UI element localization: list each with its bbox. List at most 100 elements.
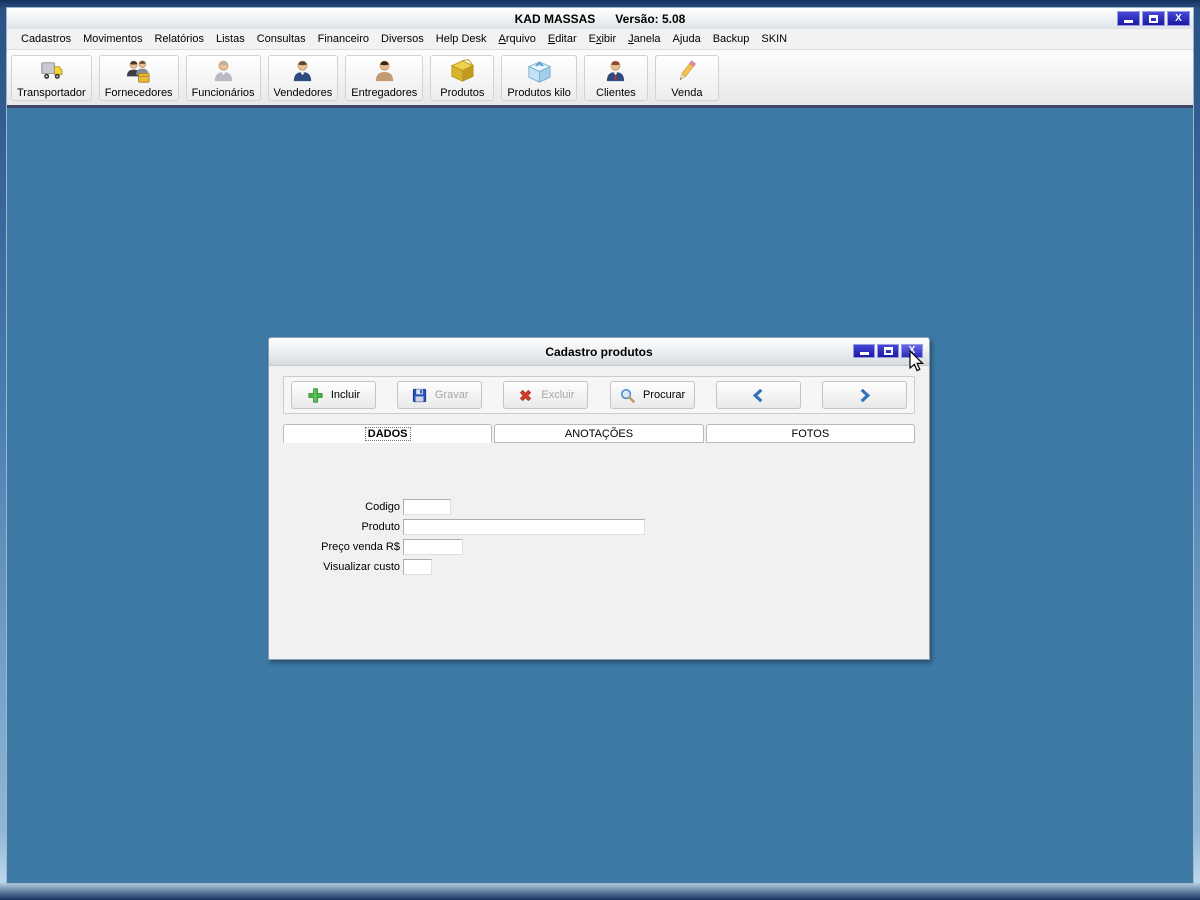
chevron-left-icon (751, 388, 766, 403)
menu-movimentos[interactable]: Movimentos (77, 30, 148, 48)
dialog-tabs: DADOS ANOTAÇÕES FOTOS (283, 424, 915, 443)
box-icon (449, 58, 476, 85)
maximize-icon (1149, 15, 1158, 23)
minimize-icon (860, 352, 869, 355)
menu-skin[interactable]: SKIN (755, 30, 793, 48)
chevron-right-icon (857, 388, 872, 403)
dialog-button-panel: Incluir Gravar Excluir (283, 376, 915, 414)
button-label: Incluir (331, 389, 360, 401)
main-window-controls: X (1117, 11, 1190, 26)
menu-help-desk[interactable]: Help Desk (430, 30, 493, 48)
search-icon (619, 387, 636, 404)
visualizar-custo-input[interactable] (403, 559, 432, 575)
form-row-codigo: Codigo (283, 499, 915, 515)
menu-cadastros[interactable]: Cadastros (15, 30, 77, 48)
visualizar-custo-label: Visualizar custo (283, 561, 403, 573)
menu-listas[interactable]: Listas (210, 30, 251, 48)
toolbar-button-venda[interactable]: Venda (655, 55, 719, 101)
incluir-button[interactable]: Incluir (291, 381, 376, 409)
dialog-titlebar[interactable]: Cadastro produtos X (269, 338, 929, 366)
minimize-button[interactable] (1117, 11, 1140, 26)
maximize-icon (884, 347, 893, 355)
next-record-button[interactable] (822, 381, 907, 409)
menu-relatorios[interactable]: Relatórios (148, 30, 210, 48)
close-icon: X (1175, 14, 1182, 24)
close-button[interactable]: X (1167, 11, 1190, 26)
toolbar-label: Venda (671, 87, 702, 99)
toolbar-button-produtos-kilo[interactable]: Produtos kilo (501, 55, 577, 101)
tab-fotos[interactable]: FOTOS (706, 424, 915, 443)
button-label: Procurar (643, 389, 685, 401)
codigo-label: Codigo (283, 501, 403, 513)
button-label: Gravar (435, 389, 469, 401)
button-label: Excluir (541, 389, 574, 401)
menu-ajuda[interactable]: Ajuda (667, 30, 707, 48)
kilo-box-icon (526, 58, 553, 85)
tab-label: ANOTAÇÕES (565, 428, 633, 440)
pencil-icon (673, 58, 700, 85)
toolbar-button-clientes[interactable]: Clientes (584, 55, 648, 101)
codigo-input[interactable] (403, 499, 451, 515)
courier-icon (371, 58, 398, 85)
minimize-icon (1124, 20, 1133, 23)
preco-venda-label: Preço venda R$ (283, 541, 403, 553)
menu-consultas[interactable]: Consultas (251, 30, 312, 48)
toolbar-label: Entregadores (351, 87, 417, 99)
form-row-produto: Produto (283, 519, 915, 535)
dialog-close-button[interactable]: X (901, 344, 923, 358)
main-titlebar: KAD MASSAS Versão: 5.08 X (7, 8, 1193, 29)
toolbar-button-produtos[interactable]: Produtos (430, 55, 494, 101)
form-row-visualizar-custo: Visualizar custo (283, 559, 915, 575)
dialog-maximize-button[interactable] (877, 344, 899, 358)
dialog-title: Cadastro produtos (545, 345, 652, 359)
dialog-body: Incluir Gravar Excluir (269, 366, 929, 643)
menu-diversos[interactable]: Diversos (375, 30, 430, 48)
salesperson-icon (289, 58, 316, 85)
toolbar-label: Produtos kilo (507, 87, 571, 99)
suppliers-icon (125, 58, 152, 85)
client-icon (602, 58, 629, 85)
menu-janela[interactable]: Janela (622, 30, 666, 48)
produto-input[interactable] (403, 519, 645, 535)
menu-exibir[interactable]: Exibir (583, 30, 623, 48)
previous-record-button[interactable] (716, 381, 801, 409)
maximize-button[interactable] (1142, 11, 1165, 26)
menu-editar[interactable]: Editar (542, 30, 583, 48)
delete-icon (517, 387, 534, 404)
main-title: KAD MASSAS Versão: 5.08 (515, 12, 686, 26)
app-name: KAD MASSAS (515, 12, 596, 26)
toolbar-label: Produtos (440, 87, 484, 99)
toolbar-label: Transportador (17, 87, 86, 99)
employee-icon (210, 58, 237, 85)
toolbar-label: Clientes (596, 87, 636, 99)
screen: KAD MASSAS Versão: 5.08 X Cadastros Movi… (0, 0, 1200, 900)
menu-arquivo[interactable]: Arquivo (493, 30, 542, 48)
truck-icon (38, 58, 65, 85)
close-icon: X (909, 346, 916, 356)
toolbar-label: Funcionários (192, 87, 255, 99)
app-version: Versão: 5.08 (615, 12, 685, 26)
toolbar-button-vendedores[interactable]: Vendedores (268, 55, 339, 101)
toolbar-button-entregadores[interactable]: Entregadores (345, 55, 423, 101)
toolbar-button-fornecedores[interactable]: Fornecedores (99, 55, 179, 101)
menu-financeiro[interactable]: Financeiro (312, 30, 375, 48)
dialog-minimize-button[interactable] (853, 344, 875, 358)
tab-label: FOTOS (791, 428, 829, 440)
tab-anotacoes[interactable]: ANOTAÇÕES (494, 424, 703, 443)
produto-label: Produto (283, 521, 403, 533)
toolbar-button-funcionarios[interactable]: Funcionários (186, 55, 261, 101)
form-row-preco-venda: Preço venda R$ (283, 539, 915, 555)
toolbar-label: Fornecedores (105, 87, 173, 99)
tab-label: DADOS (366, 428, 410, 440)
toolbar-label: Vendedores (274, 87, 333, 99)
tab-dados[interactable]: DADOS (283, 424, 492, 443)
toolbar-button-transportador[interactable]: Transportador (11, 55, 92, 101)
save-icon (411, 387, 428, 404)
gravar-button: Gravar (397, 381, 482, 409)
menu-backup[interactable]: Backup (707, 30, 756, 48)
dialog-window-controls: X (853, 344, 923, 358)
main-toolbar: Transportador Fornecedores (7, 50, 1193, 105)
procurar-button[interactable]: Procurar (610, 381, 695, 409)
preco-venda-input[interactable] (403, 539, 463, 555)
menu-bar: Cadastros Movimentos Relatórios Listas C… (7, 29, 1193, 50)
